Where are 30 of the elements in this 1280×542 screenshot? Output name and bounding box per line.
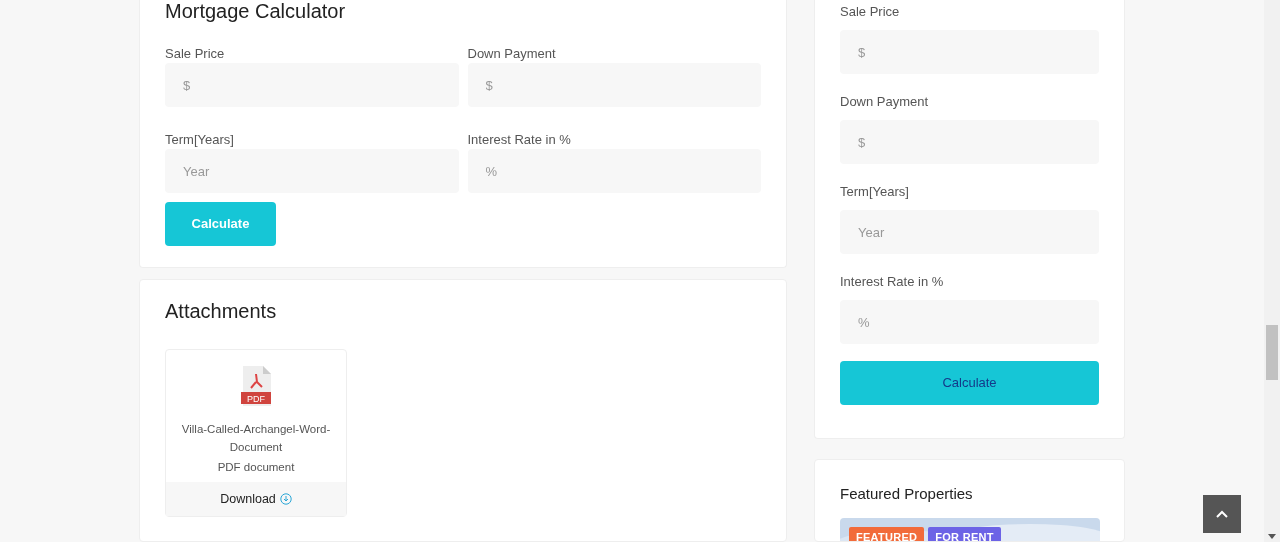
scrollbar[interactable] [1264, 0, 1280, 542]
download-icon [279, 493, 292, 505]
field-label: Down Payment [840, 93, 930, 111]
back-to-top-button[interactable] [1203, 495, 1241, 533]
field-label: Sale Price [840, 3, 901, 21]
calculate-button[interactable]: Calculate [840, 361, 1099, 405]
input-field[interactable]: $ [467, 63, 761, 107]
section-title: Attachments [165, 299, 278, 324]
field-label: Term[Years] [840, 183, 910, 201]
input-field[interactable]: $ [840, 120, 1099, 164]
input-field[interactable]: % [467, 149, 761, 193]
scrollbar-thumb[interactable] [1266, 325, 1278, 380]
download-link[interactable]: Download [166, 482, 346, 516]
input-field[interactable]: $ [840, 30, 1099, 74]
section-title: Mortgage Calculator [165, 0, 347, 22]
file-name: Villa-Called-Archangel-Word-Document [180, 422, 332, 455]
scroll-down-icon[interactable] [1268, 534, 1276, 539]
section-title: Featured Properties [840, 484, 974, 504]
chevron-up-icon [1216, 510, 1228, 518]
field-label: Term[Years] [165, 131, 235, 149]
input-field[interactable]: Year [840, 210, 1099, 254]
input-field[interactable]: Year [165, 149, 459, 193]
field-label: Interest Rate in % [840, 273, 945, 291]
field-label: Interest Rate in % [467, 131, 572, 149]
pdf-file-icon: PDF [241, 366, 271, 406]
input-field[interactable]: % [840, 300, 1099, 344]
field-label: Down Payment [467, 45, 557, 63]
input-field[interactable]: $ [165, 63, 459, 107]
file-type: PDF document [217, 460, 295, 475]
field-label: Sale Price [165, 45, 226, 63]
